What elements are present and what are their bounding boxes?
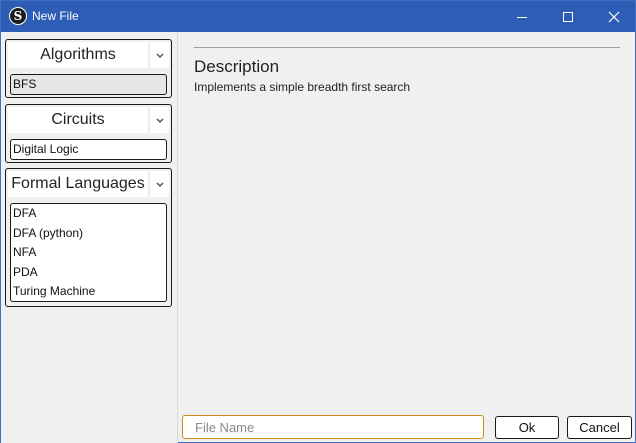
- new-file-dialog: S New File Algorithms BFS Circuits Digit…: [0, 0, 636, 443]
- chevron-down-icon: [155, 52, 164, 58]
- category-circuits: Circuits Digital Logic: [5, 104, 172, 163]
- list-item[interactable]: Turing Machine: [13, 282, 166, 302]
- list-item[interactable]: DFA: [13, 204, 166, 224]
- list-item[interactable]: Digital Logic: [13, 140, 166, 160]
- minimize-icon: [517, 16, 527, 18]
- list-item[interactable]: DFA (python): [13, 224, 166, 244]
- category-formal-languages: Formal Languages DFA DFA (python) NFA PD…: [5, 168, 172, 307]
- category-collapse-button[interactable]: [149, 107, 169, 133]
- template-list: BFS: [10, 74, 167, 95]
- description-divider: [194, 47, 620, 48]
- app-logo-icon: S: [9, 7, 27, 25]
- cancel-button[interactable]: Cancel: [567, 416, 632, 439]
- category-title[interactable]: Algorithms: [8, 42, 148, 68]
- maximize-button[interactable]: [545, 1, 591, 32]
- title-bar: S New File: [1, 1, 635, 32]
- close-icon: [608, 11, 620, 22]
- list-item[interactable]: NFA: [13, 243, 166, 263]
- close-button[interactable]: [591, 1, 636, 32]
- category-title[interactable]: Circuits: [8, 107, 148, 133]
- category-collapse-button[interactable]: [149, 171, 169, 197]
- template-list: Digital Logic: [10, 139, 167, 160]
- ok-button[interactable]: Ok: [495, 416, 559, 439]
- app-logo-letter: S: [10, 8, 26, 24]
- chevron-down-icon: [155, 181, 164, 187]
- description-heading: Description: [194, 57, 280, 76]
- minimize-button[interactable]: [499, 1, 545, 32]
- description-text: Implements a simple breadth first search: [194, 80, 411, 94]
- category-collapse-button[interactable]: [149, 42, 169, 68]
- list-item[interactable]: BFS: [13, 75, 166, 95]
- maximize-icon: [563, 11, 573, 22]
- file-name-input[interactable]: [182, 415, 484, 439]
- category-algorithms: Algorithms BFS: [5, 39, 172, 98]
- template-list: DFA DFA (python) NFA PDA Turing Machine: [10, 203, 167, 302]
- category-title[interactable]: Formal Languages: [8, 171, 148, 197]
- chevron-down-icon: [155, 117, 164, 123]
- window-title: New File: [32, 9, 79, 23]
- list-item[interactable]: PDA: [13, 263, 166, 283]
- category-sidebar: Algorithms BFS Circuits Digital Logic Fo…: [1, 32, 178, 443]
